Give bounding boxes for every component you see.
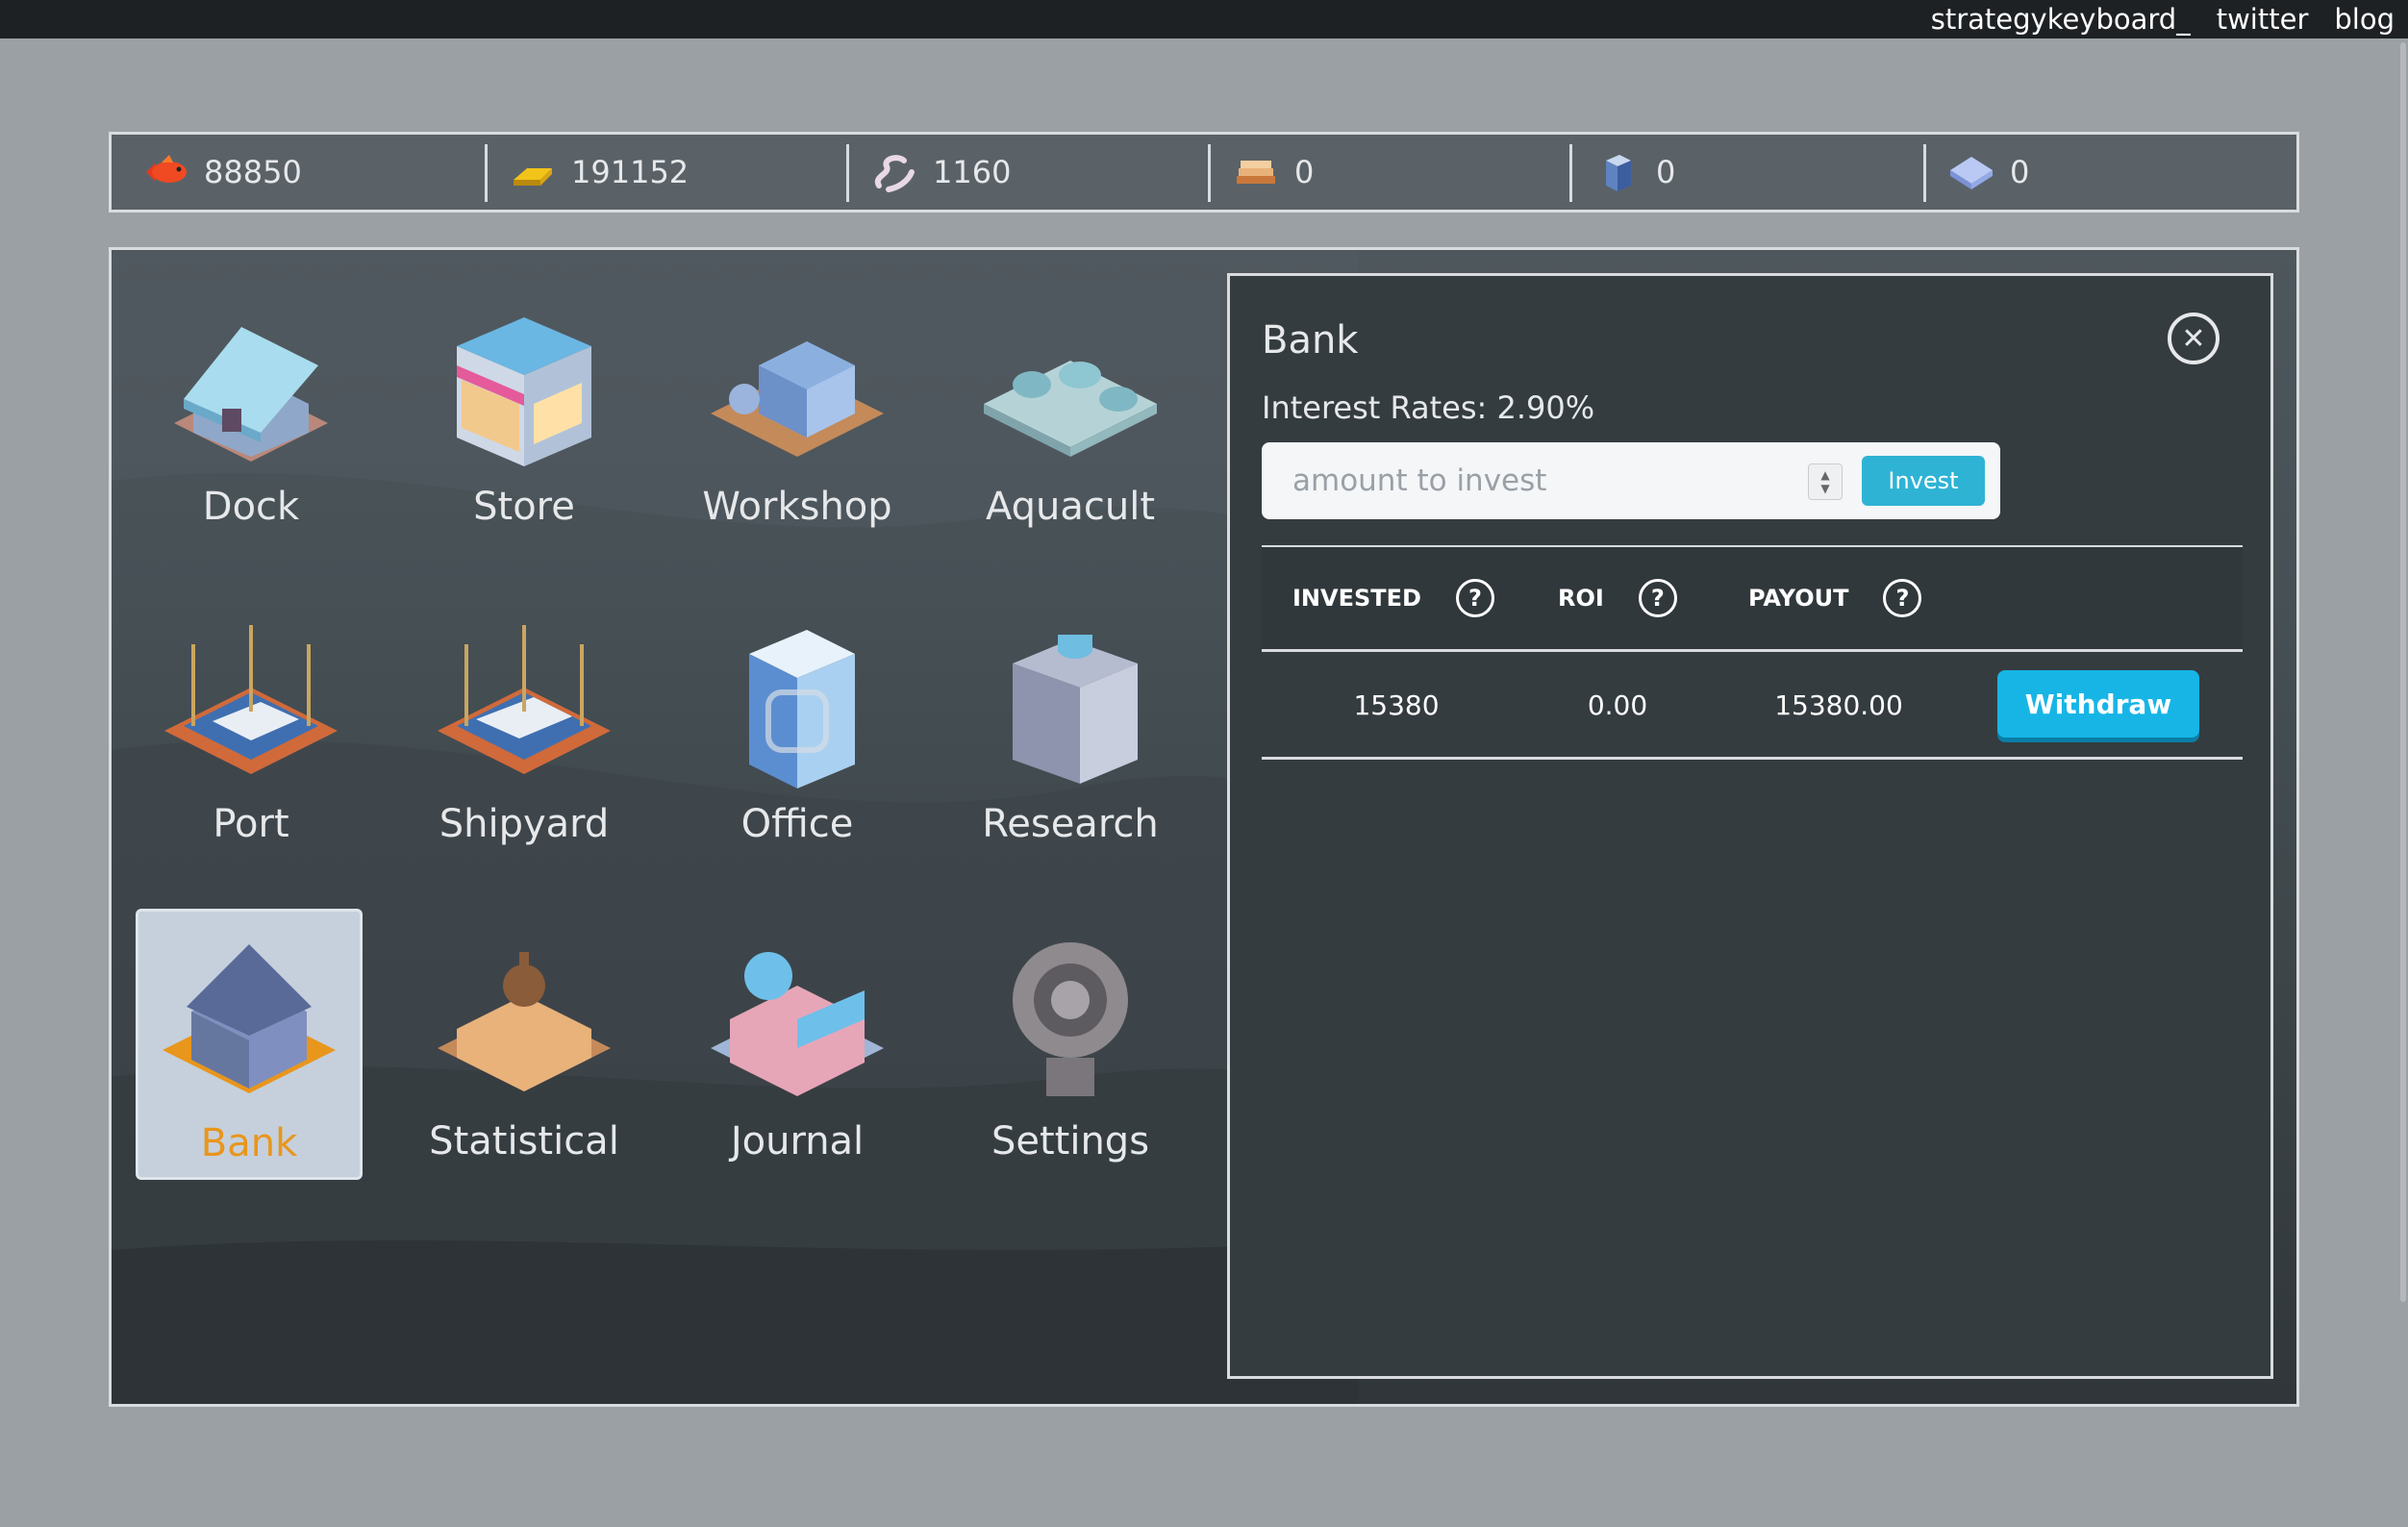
building-label: Statistical bbox=[429, 1119, 619, 1164]
building-label: Port bbox=[213, 802, 289, 846]
building-label: Dock bbox=[202, 485, 300, 529]
resource-bar: 88850 191152 1160 0 0 0 bbox=[109, 132, 2299, 213]
port-icon bbox=[164, 625, 338, 774]
resource-worm: 1160 bbox=[846, 135, 1012, 210]
resource-fish-value: 88850 bbox=[204, 154, 302, 190]
resource-fish: 88850 bbox=[140, 135, 302, 210]
column-label: PAYOUT bbox=[1748, 585, 1849, 612]
resource-wood-value: 0 bbox=[1294, 154, 1315, 190]
building-label: Bank bbox=[200, 1121, 298, 1165]
building-label: Store bbox=[473, 485, 575, 529]
resource-crystal: 0 bbox=[1923, 135, 2030, 210]
interest-rate: Interest Rates: 2.90% bbox=[1262, 389, 1595, 426]
building-label: Workshop bbox=[702, 485, 892, 529]
cell-invested: 15380 bbox=[1353, 688, 1440, 721]
building-journal[interactable]: Journal bbox=[684, 923, 911, 1164]
building-store[interactable]: Store bbox=[411, 288, 638, 529]
withdraw-button[interactable]: Withdraw bbox=[1997, 670, 2199, 738]
resource-gold: 191152 bbox=[485, 135, 690, 210]
building-office[interactable]: Office bbox=[684, 606, 911, 846]
help-icon[interactable]: ? bbox=[1455, 579, 1494, 617]
building-label: Aquacult bbox=[985, 485, 1156, 529]
help-icon[interactable]: ? bbox=[1638, 579, 1677, 617]
store-icon bbox=[457, 317, 591, 466]
close-icon: ✕ bbox=[2181, 321, 2206, 356]
building-label: Research bbox=[982, 802, 1159, 846]
steel-block-icon bbox=[1606, 155, 1631, 191]
resource-steel: 0 bbox=[1569, 135, 1676, 210]
building-dock[interactable]: Dock bbox=[138, 288, 364, 529]
office-icon bbox=[749, 630, 855, 789]
building-label: Office bbox=[740, 802, 854, 846]
statistical-icon bbox=[438, 952, 611, 1091]
divider bbox=[1262, 757, 2243, 760]
divider bbox=[1262, 649, 2243, 652]
help-icon[interactable]: ? bbox=[1883, 579, 1922, 617]
table-row: 15380 0.00 15380.00 Withdraw bbox=[1262, 653, 2243, 757]
nav-link-twitter[interactable]: twitter bbox=[2217, 3, 2309, 36]
journal-icon bbox=[711, 952, 884, 1096]
workshop-icon bbox=[711, 341, 884, 457]
resource-crystal-value: 0 bbox=[2010, 154, 2030, 190]
building-workshop[interactable]: Workshop bbox=[684, 288, 911, 529]
dock-icon bbox=[174, 327, 328, 462]
column-label: INVESTED bbox=[1292, 585, 1421, 612]
building-aquacult[interactable]: Aquacult bbox=[957, 288, 1184, 529]
building-port[interactable]: Port bbox=[138, 606, 364, 846]
resource-steel-value: 0 bbox=[1656, 154, 1676, 190]
worm-icon bbox=[874, 155, 915, 192]
nav-link-blog[interactable]: blog bbox=[2334, 3, 2395, 36]
aquacult-icon bbox=[984, 361, 1157, 457]
research-icon bbox=[1013, 635, 1138, 784]
wood-planks-icon bbox=[1237, 161, 1275, 184]
building-statistical[interactable]: Statistical bbox=[411, 923, 638, 1164]
building-research[interactable]: Research bbox=[957, 606, 1184, 846]
resource-wood: 0 bbox=[1208, 135, 1315, 210]
shipyard-icon bbox=[438, 625, 611, 774]
nav-link-strategykeyboard[interactable]: strategykeyboard_ bbox=[1931, 3, 2191, 36]
building-settings[interactable]: Settings bbox=[957, 923, 1184, 1164]
column-payout: PAYOUT ? bbox=[1748, 547, 1922, 649]
crystal-icon bbox=[1950, 157, 1993, 189]
gold-bar-icon bbox=[514, 168, 552, 186]
chevron-down-icon[interactable]: ▼ bbox=[1820, 482, 1829, 495]
cell-payout: 15380.00 bbox=[1774, 688, 1903, 721]
bank-icon bbox=[163, 944, 336, 1093]
invest-form: ▲ ▼ Invest bbox=[1262, 442, 2000, 519]
bank-dialog: Bank ✕ Interest Rates: 2.90% ▲ ▼ Invest … bbox=[1227, 273, 2273, 1379]
column-invested: INVESTED ? bbox=[1292, 547, 1494, 649]
invest-button[interactable]: Invest bbox=[1862, 456, 1985, 506]
chevron-up-icon[interactable]: ▲ bbox=[1820, 468, 1829, 482]
building-label: Journal bbox=[730, 1119, 865, 1164]
building-bank[interactable]: Bank bbox=[136, 909, 363, 1180]
close-button[interactable]: ✕ bbox=[2168, 313, 2220, 364]
column-label: ROI bbox=[1558, 585, 1604, 612]
bank-title: Bank bbox=[1262, 318, 1359, 363]
building-label: Settings bbox=[991, 1119, 1150, 1164]
fish-icon bbox=[146, 155, 187, 183]
resource-gold-value: 191152 bbox=[571, 154, 690, 190]
gear-icon bbox=[1013, 942, 1128, 1096]
column-roi: ROI ? bbox=[1558, 547, 1677, 649]
scrollbar-thumb[interactable] bbox=[2400, 42, 2406, 1302]
table-header: INVESTED ? ROI ? PAYOUT ? bbox=[1262, 547, 2243, 649]
amount-stepper[interactable]: ▲ ▼ bbox=[1808, 463, 1843, 500]
resource-worm-value: 1160 bbox=[933, 154, 1012, 190]
building-label: Shipyard bbox=[439, 802, 610, 846]
cell-roi: 0.00 bbox=[1587, 688, 1648, 721]
invest-amount-input[interactable] bbox=[1279, 456, 1844, 506]
top-nav: strategykeyboard_ twitter blog bbox=[0, 0, 2408, 38]
building-shipyard[interactable]: Shipyard bbox=[411, 606, 638, 846]
